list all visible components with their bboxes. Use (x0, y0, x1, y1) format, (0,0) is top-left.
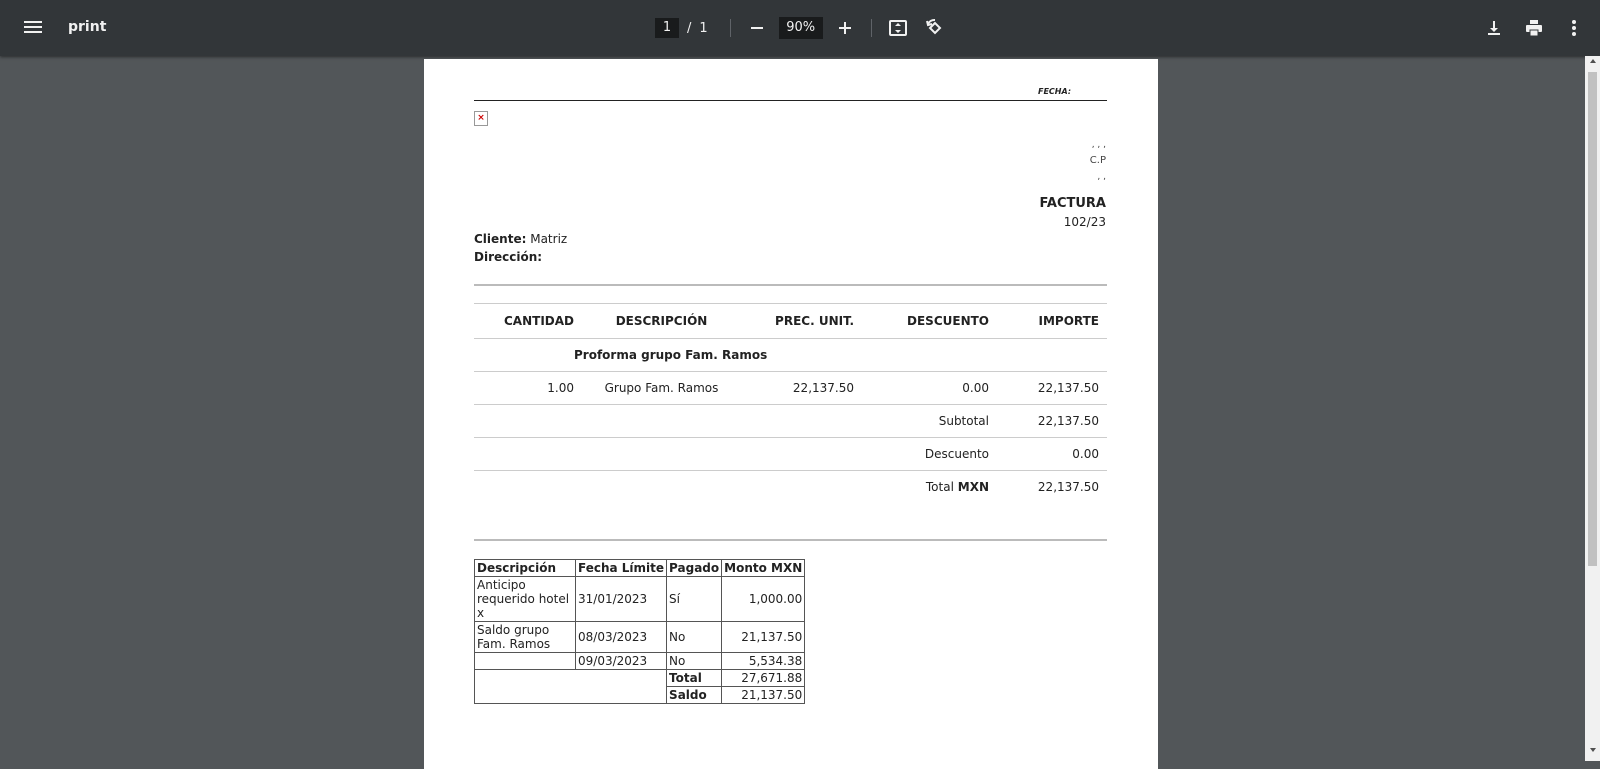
item-prec-unit: 22,137.50 (749, 371, 854, 405)
subtotal-label: Subtotal (854, 404, 989, 438)
header-rule (474, 100, 1107, 101)
pay-fecha: 09/03/2023 (574, 652, 668, 670)
pay-header-fecha: Fecha Límite (574, 559, 668, 577)
pay-header-descripcion: Descripción (474, 559, 576, 577)
print-icon (1526, 20, 1542, 37)
fit-page-icon (888, 20, 907, 36)
address-line-3: , , (1097, 172, 1106, 182)
section-divider (474, 539, 1107, 541)
total-currency: MXN (957, 480, 989, 495)
download-icon (1488, 21, 1500, 35)
table-header-row: CANTIDAD DESCRIPCIÓN PREC. UNIT. DESCUEN… (474, 303, 1107, 339)
client-line: Cliente: Matriz (474, 232, 567, 246)
pdf-viewer-toolbar: print 1 / 1 90% (0, 0, 1600, 56)
address-line-1: , , , (1091, 140, 1106, 150)
header-descripcion: DESCRIPCIÓN (574, 303, 749, 339)
header-cantidad: CANTIDAD (474, 303, 574, 339)
table-row: Saldo grupo Fam. Ramos 08/03/2023 No 21,… (474, 621, 806, 653)
total-label: Total (925, 480, 954, 495)
more-options-button[interactable] (1562, 16, 1586, 40)
zoom-out-button[interactable] (745, 16, 769, 40)
document-title: print (68, 19, 107, 35)
header-prec-unit: PREC. UNIT. (749, 303, 854, 339)
items-table: CANTIDAD DESCRIPCIÓN PREC. UNIT. DESCUEN… (474, 303, 1107, 504)
pay-desc: Saldo grupo Fam. Ramos (474, 621, 576, 653)
page-controls: 1 / 1 90% (655, 16, 946, 40)
descuento-value: 0.00 (989, 437, 1107, 471)
client-value: Matriz (530, 232, 568, 246)
table-row: Total MXN 22,137.50 (474, 471, 1107, 504)
address-line-2: C.P (1089, 155, 1106, 166)
item-descuento: 0.00 (854, 371, 989, 405)
download-button[interactable] (1482, 16, 1506, 40)
item-descripcion: Grupo Fam. Ramos (574, 371, 749, 405)
print-button[interactable] (1522, 16, 1546, 40)
plus-icon (838, 22, 851, 34)
pay-desc (474, 652, 576, 670)
pay-monto: 1,000.00 (721, 576, 806, 622)
toolbar-divider (870, 19, 872, 37)
rotate-button[interactable] (922, 16, 946, 40)
pay-pagado: No (666, 621, 723, 653)
toolbar-divider (729, 19, 731, 37)
pay-pagado: Sí (666, 576, 723, 622)
empty-cell (473, 669, 668, 704)
minus-icon (750, 27, 763, 29)
table-row: Descuento 0.00 (474, 437, 1107, 471)
pay-fecha: 08/03/2023 (574, 621, 668, 653)
fit-to-page-button[interactable] (886, 16, 910, 40)
table-row: Proforma grupo Fam. Ramos (474, 338, 1107, 372)
pay-pagado: No (666, 652, 723, 670)
pay-header-monto: Monto MXN (721, 559, 806, 577)
table-row: 09/03/2023 No 5,534.38 (474, 652, 806, 670)
payments-table: Descripción Fecha Límite Pagado Monto MX… (473, 559, 806, 704)
scroll-up-arrow-icon[interactable] (1585, 58, 1600, 70)
zoom-in-button[interactable] (833, 16, 857, 40)
pay-monto: 5,534.38 (721, 652, 806, 670)
pay-header-pagado: Pagado (666, 559, 723, 577)
rotate-icon (925, 19, 942, 35)
invoice-number: 102/23 (1063, 215, 1106, 229)
zoom-input[interactable]: 90% (778, 17, 823, 39)
page-number-input[interactable]: 1 (655, 18, 679, 38)
pay-monto: 21,137.50 (721, 621, 806, 653)
invoice-title: FACTURA (1039, 196, 1107, 211)
scroll-down-arrow-icon[interactable] (1585, 747, 1600, 759)
table-row: Anticipo requerido hotel x 31/01/2023 Sí… (474, 576, 806, 622)
scrollbar-thumb[interactable] (1588, 72, 1597, 566)
pdf-page: FECHA: × , , , C.P , , FACTURA 102/23 Cl… (424, 59, 1158, 769)
pay-total-label: Total (666, 669, 723, 687)
page-total: 1 (699, 20, 708, 36)
header-importe: IMPORTE (989, 303, 1107, 339)
subtotal-value: 22,137.50 (989, 404, 1107, 438)
fecha-label: FECHA: (1038, 87, 1072, 96)
page-separator: / (687, 20, 692, 36)
item-importe: 22,137.50 (989, 371, 1107, 405)
header-descuento: DESCUENTO (854, 303, 989, 339)
section-divider (474, 284, 1107, 286)
broken-image-icon: × (474, 111, 488, 126)
pay-saldo-value: 21,137.50 (721, 686, 806, 704)
table-header-row: Descripción Fecha Límite Pagado Monto MX… (474, 559, 806, 577)
toolbar-actions (1466, 16, 1586, 40)
pay-saldo-label: Saldo (666, 686, 723, 704)
table-row: Total 27,671.88 (473, 669, 806, 704)
pay-fecha: 31/01/2023 (574, 576, 668, 622)
address-label: Dirección: (474, 250, 543, 264)
descuento-label: Descuento (854, 437, 989, 471)
total-label-cell: Total MXN (854, 471, 989, 504)
client-label: Cliente: (474, 232, 527, 246)
section-title: Proforma grupo Fam. Ramos (574, 338, 854, 372)
item-cantidad: 1.00 (474, 371, 574, 405)
pay-desc: Anticipo requerido hotel x (474, 576, 576, 622)
menu-icon[interactable] (24, 17, 44, 39)
table-row: 1.00 Grupo Fam. Ramos 22,137.50 0.00 22,… (474, 371, 1107, 405)
pay-total-value: 27,671.88 (721, 669, 806, 687)
more-vert-icon (1572, 20, 1576, 36)
table-row: Subtotal 22,137.50 (474, 404, 1107, 438)
total-value: 22,137.50 (1037, 480, 1099, 495)
vertical-scrollbar[interactable] (1585, 56, 1600, 761)
